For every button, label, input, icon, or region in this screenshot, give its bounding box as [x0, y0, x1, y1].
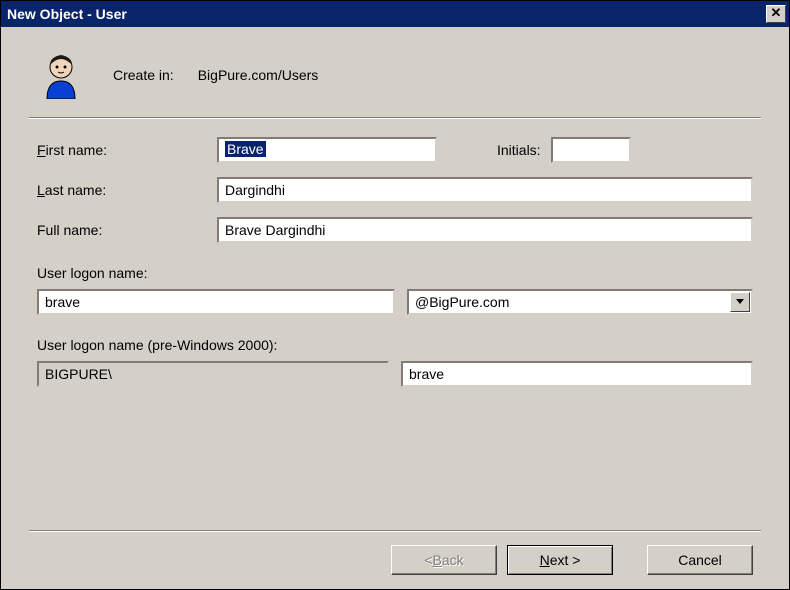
last-name-label: Last name:: [37, 182, 217, 198]
user-wizard-icon: [39, 51, 83, 99]
create-in: Create in: BigPure.com/Users: [113, 67, 318, 83]
create-in-label: Create in:: [113, 67, 174, 83]
header-row: Create in: BigPure.com/Users: [29, 45, 761, 117]
form-area: First name: Brave Initials: Last name: F…: [29, 137, 761, 387]
first-name-value: Brave: [225, 141, 266, 157]
first-name-field[interactable]: Brave: [217, 137, 437, 163]
create-in-path: BigPure.com/Users: [198, 67, 319, 83]
full-name-label: Full name:: [37, 222, 217, 238]
initials-field[interactable]: [551, 137, 631, 163]
full-name-row: Full name:: [37, 217, 753, 243]
prewin-label: User logon name (pre-Windows 2000):: [37, 337, 753, 353]
cancel-button[interactable]: Cancel: [647, 545, 753, 575]
logon-name-label: User logon name:: [37, 265, 753, 281]
full-name-field[interactable]: [217, 217, 753, 243]
domain-dropdown-button[interactable]: [730, 292, 750, 312]
next-button[interactable]: Next >: [507, 545, 613, 575]
prewin-domain-field: [37, 361, 389, 387]
prewin-row: [37, 361, 753, 387]
button-bar: < Back Next > Cancel: [29, 530, 761, 575]
logon-name-field[interactable]: [37, 289, 395, 315]
domain-select-value: @BigPure.com: [409, 291, 729, 313]
dialog-content: Create in: BigPure.com/Users First name:…: [1, 27, 789, 589]
prewin-user-field[interactable]: [401, 361, 753, 387]
window-title: New Object - User: [7, 6, 127, 22]
spacer: [29, 387, 761, 530]
close-button[interactable]: ✕: [766, 5, 786, 23]
cancel-button-label: Cancel: [678, 552, 722, 568]
initials-label: Initials:: [497, 142, 541, 158]
first-name-row: First name: Brave Initials:: [37, 137, 753, 163]
header-divider: [29, 117, 761, 119]
back-button: < Back: [391, 545, 497, 575]
logon-row: @BigPure.com: [37, 289, 753, 315]
chevron-down-icon: [736, 299, 744, 305]
titlebar: New Object - User ✕: [1, 1, 789, 27]
domain-select[interactable]: @BigPure.com: [407, 289, 753, 315]
gap: [623, 545, 637, 575]
new-object-user-window: New Object - User ✕ Create in: BigPure.c…: [0, 0, 790, 590]
first-name-label: First name:: [37, 142, 217, 158]
last-name-field[interactable]: [217, 177, 753, 203]
close-icon: ✕: [771, 5, 782, 20]
last-name-row: Last name:: [37, 177, 753, 203]
